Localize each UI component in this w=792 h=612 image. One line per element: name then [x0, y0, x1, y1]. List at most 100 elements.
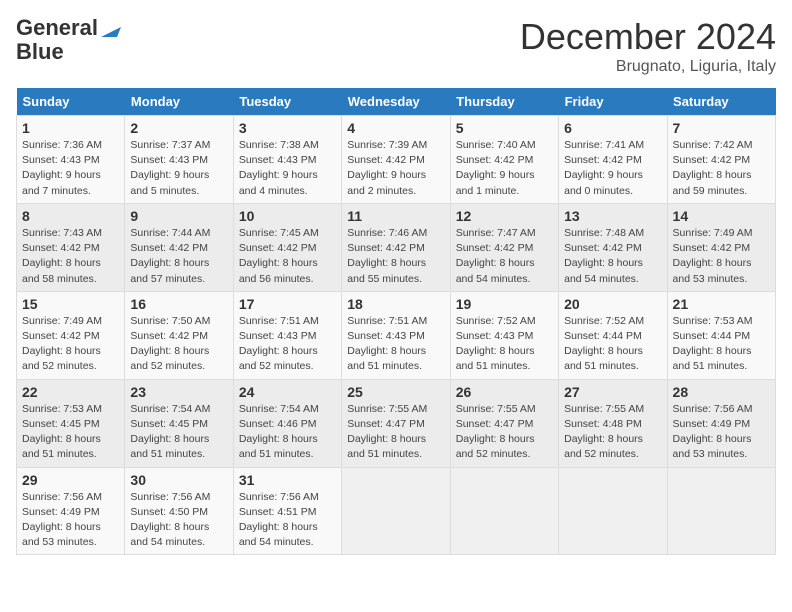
day-info: Sunrise: 7:44 AM Sunset: 4:42 PM Dayligh…	[130, 226, 227, 287]
calendar-cell: 23 Sunrise: 7:54 AM Sunset: 4:45 PM Dayli…	[125, 379, 233, 467]
calendar-cell: 1 Sunrise: 7:36 AM Sunset: 4:43 PM Daylig…	[17, 116, 125, 204]
calendar-cell: 29 Sunrise: 7:56 AM Sunset: 4:49 PM Dayli…	[17, 467, 125, 555]
weekday-header-wednesday: Wednesday	[342, 88, 450, 116]
calendar-cell: 19 Sunrise: 7:52 AM Sunset: 4:43 PM Dayli…	[450, 291, 558, 379]
logo: General Blue	[16, 16, 121, 64]
calendar-cell: 10Sunrise: 7:45 AM Sunset: 4:42 PM Dayli…	[233, 203, 341, 291]
logo-blue: Blue	[16, 40, 64, 64]
calendar-cell	[342, 467, 450, 555]
day-info: Sunrise: 7:56 AM Sunset: 4:49 PM Dayligh…	[22, 490, 119, 551]
calendar-cell: 27Sunrise: 7:55 AM Sunset: 4:48 PM Dayli…	[559, 379, 667, 467]
day-info: Sunrise: 7:56 AM Sunset: 4:50 PM Dayligh…	[130, 490, 227, 551]
calendar-cell: 9Sunrise: 7:44 AM Sunset: 4:42 PM Daylig…	[125, 203, 233, 291]
calendar-cell: 30 Sunrise: 7:56 AM Sunset: 4:50 PM Dayli…	[125, 467, 233, 555]
calendar-table: SundayMondayTuesdayWednesdayThursdayFrid…	[16, 88, 776, 555]
day-number: 20	[564, 296, 661, 312]
calendar-cell: 25 Sunrise: 7:55 AM Sunset: 4:47 PM Dayli…	[342, 379, 450, 467]
day-number: 13	[564, 208, 661, 224]
day-number: 5	[456, 120, 553, 136]
day-info: Sunrise: 7:47 AM Sunset: 4:42 PM Dayligh…	[456, 226, 553, 287]
day-info: Sunrise: 7:55 AM Sunset: 4:47 PM Dayligh…	[347, 402, 444, 463]
calendar-week-5: 29 Sunrise: 7:56 AM Sunset: 4:49 PM Dayli…	[17, 467, 776, 555]
day-info: Sunrise: 7:53 AM Sunset: 4:45 PM Dayligh…	[22, 402, 119, 463]
day-info: Sunrise: 7:55 AM Sunset: 4:47 PM Dayligh…	[456, 402, 553, 463]
calendar-week-4: 22 Sunrise: 7:53 AM Sunset: 4:45 PM Dayli…	[17, 379, 776, 467]
calendar-week-3: 15Sunrise: 7:49 AM Sunset: 4:42 PM Dayli…	[17, 291, 776, 379]
calendar-cell: 22 Sunrise: 7:53 AM Sunset: 4:45 PM Dayli…	[17, 379, 125, 467]
day-number: 10	[239, 208, 336, 224]
day-info: Sunrise: 7:50 AM Sunset: 4:42 PM Dayligh…	[130, 314, 227, 375]
day-info: Sunrise: 7:54 AM Sunset: 4:46 PM Dayligh…	[239, 402, 336, 463]
calendar-week-2: 8 Sunrise: 7:43 AM Sunset: 4:42 PM Daylig…	[17, 203, 776, 291]
calendar-cell: 24 Sunrise: 7:54 AM Sunset: 4:46 PM Dayli…	[233, 379, 341, 467]
title-section: December 2024 Brugnato, Liguria, Italy	[520, 16, 776, 76]
calendar-cell: 21 Sunrise: 7:53 AM Sunset: 4:44 PM Dayli…	[667, 291, 775, 379]
day-number: 21	[673, 296, 770, 312]
day-number: 17	[239, 296, 336, 312]
calendar-week-1: 1 Sunrise: 7:36 AM Sunset: 4:43 PM Daylig…	[17, 116, 776, 204]
calendar-cell: 6Sunrise: 7:41 AM Sunset: 4:42 PM Daylig…	[559, 116, 667, 204]
day-number: 28	[673, 384, 770, 400]
day-number: 22	[22, 384, 119, 400]
day-number: 7	[673, 120, 770, 136]
day-number: 19	[456, 296, 553, 312]
logo-general: General	[16, 16, 98, 40]
day-number: 27	[564, 384, 661, 400]
weekday-header-monday: Monday	[125, 88, 233, 116]
day-info: Sunrise: 7:40 AM Sunset: 4:42 PM Dayligh…	[456, 138, 553, 199]
calendar-cell: 17 Sunrise: 7:51 AM Sunset: 4:43 PM Dayli…	[233, 291, 341, 379]
day-number: 24	[239, 384, 336, 400]
month-title: December 2024	[520, 16, 776, 58]
calendar-cell: 2Sunrise: 7:37 AM Sunset: 4:43 PM Daylig…	[125, 116, 233, 204]
calendar-cell: 13Sunrise: 7:48 AM Sunset: 4:42 PM Dayli…	[559, 203, 667, 291]
day-info: Sunrise: 7:39 AM Sunset: 4:42 PM Dayligh…	[347, 138, 444, 199]
day-number: 30	[130, 472, 227, 488]
day-info: Sunrise: 7:53 AM Sunset: 4:44 PM Dayligh…	[673, 314, 770, 375]
calendar-cell: 28 Sunrise: 7:56 AM Sunset: 4:49 PM Dayli…	[667, 379, 775, 467]
day-info: Sunrise: 7:54 AM Sunset: 4:45 PM Dayligh…	[130, 402, 227, 463]
weekday-header-friday: Friday	[559, 88, 667, 116]
day-info: Sunrise: 7:46 AM Sunset: 4:42 PM Dayligh…	[347, 226, 444, 287]
calendar-cell: 16 Sunrise: 7:50 AM Sunset: 4:42 PM Dayli…	[125, 291, 233, 379]
weekday-header-thursday: Thursday	[450, 88, 558, 116]
calendar-cell: 14Sunrise: 7:49 AM Sunset: 4:42 PM Dayli…	[667, 203, 775, 291]
calendar-cell: 11 Sunrise: 7:46 AM Sunset: 4:42 PM Dayli…	[342, 203, 450, 291]
day-number: 29	[22, 472, 119, 488]
weekday-header-saturday: Saturday	[667, 88, 775, 116]
calendar-cell: 8 Sunrise: 7:43 AM Sunset: 4:42 PM Daylig…	[17, 203, 125, 291]
day-info: Sunrise: 7:49 AM Sunset: 4:42 PM Dayligh…	[22, 314, 119, 375]
day-info: Sunrise: 7:51 AM Sunset: 4:43 PM Dayligh…	[239, 314, 336, 375]
day-number: 26	[456, 384, 553, 400]
day-number: 11	[347, 208, 444, 224]
day-info: Sunrise: 7:52 AM Sunset: 4:43 PM Dayligh…	[456, 314, 553, 375]
day-number: 16	[130, 296, 227, 312]
day-number: 8	[22, 208, 119, 224]
day-number: 12	[456, 208, 553, 224]
day-number: 6	[564, 120, 661, 136]
day-info: Sunrise: 7:49 AM Sunset: 4:42 PM Dayligh…	[673, 226, 770, 287]
weekday-header-tuesday: Tuesday	[233, 88, 341, 116]
weekday-header-sunday: Sunday	[17, 88, 125, 116]
day-info: Sunrise: 7:36 AM Sunset: 4:43 PM Dayligh…	[22, 138, 119, 199]
calendar-cell: 4 Sunrise: 7:39 AM Sunset: 4:42 PM Daylig…	[342, 116, 450, 204]
day-number: 25	[347, 384, 444, 400]
day-info: Sunrise: 7:43 AM Sunset: 4:42 PM Dayligh…	[22, 226, 119, 287]
day-number: 4	[347, 120, 444, 136]
calendar-cell: 7Sunrise: 7:42 AM Sunset: 4:42 PM Daylig…	[667, 116, 775, 204]
day-number: 18	[347, 296, 444, 312]
header: General Blue December 2024 Brugnato, Lig…	[16, 16, 776, 76]
day-number: 31	[239, 472, 336, 488]
day-info: Sunrise: 7:56 AM Sunset: 4:49 PM Dayligh…	[673, 402, 770, 463]
calendar-cell: 31 Sunrise: 7:56 AM Sunset: 4:51 PM Dayli…	[233, 467, 341, 555]
calendar-cell: 12 Sunrise: 7:47 AM Sunset: 4:42 PM Dayli…	[450, 203, 558, 291]
calendar-cell: 26 Sunrise: 7:55 AM Sunset: 4:47 PM Dayli…	[450, 379, 558, 467]
calendar-cell: 15Sunrise: 7:49 AM Sunset: 4:42 PM Dayli…	[17, 291, 125, 379]
day-number: 1	[22, 120, 119, 136]
day-info: Sunrise: 7:51 AM Sunset: 4:43 PM Dayligh…	[347, 314, 444, 375]
calendar-cell: 18 Sunrise: 7:51 AM Sunset: 4:43 PM Dayli…	[342, 291, 450, 379]
day-info: Sunrise: 7:56 AM Sunset: 4:51 PM Dayligh…	[239, 490, 336, 551]
day-number: 23	[130, 384, 227, 400]
day-info: Sunrise: 7:52 AM Sunset: 4:44 PM Dayligh…	[564, 314, 661, 375]
day-info: Sunrise: 7:37 AM Sunset: 4:43 PM Dayligh…	[130, 138, 227, 199]
weekday-header-row: SundayMondayTuesdayWednesdayThursdayFrid…	[17, 88, 776, 116]
